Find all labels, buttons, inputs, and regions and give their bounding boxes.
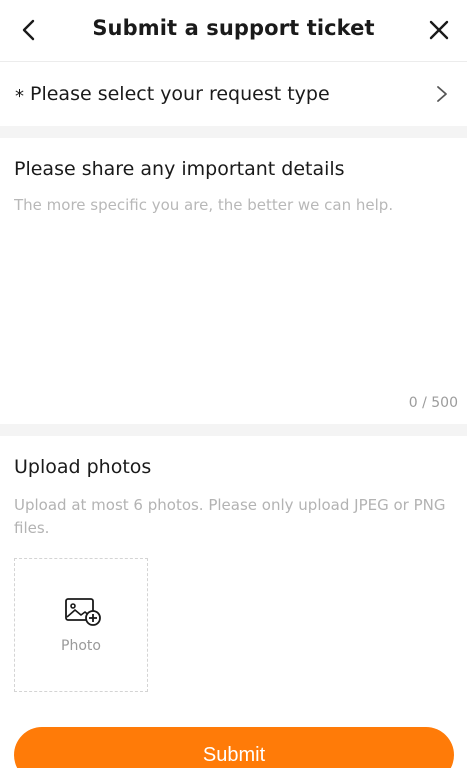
character-counter: 0 / 500 [408,395,458,411]
add-photo-button[interactable]: Photo [14,558,148,692]
section-divider [0,126,467,138]
upload-hint: Upload at most 6 photos. Please only upl… [14,496,446,537]
section-divider [0,424,467,436]
submit-button[interactable]: Submit [14,727,454,768]
details-section: Please share any important details 0 / 5… [0,138,467,424]
details-title: Please share any important details [14,158,345,180]
details-input[interactable] [14,196,454,376]
request-type-selector[interactable]: * Please select your request type [0,62,467,126]
add-image-icon [65,598,101,626]
support-ticket-page: Submit a support ticket * Please select … [0,0,467,768]
upload-title: Upload photos [14,456,152,478]
close-icon [429,20,449,40]
request-type-label: Please select your request type [30,83,330,105]
header: Submit a support ticket [0,0,467,62]
photo-label: Photo [61,638,101,654]
chevron-right-icon [437,86,447,102]
page-title: Submit a support ticket [92,16,375,40]
required-mark: * [15,86,24,107]
upload-section: Upload photos Upload at most 6 photos. P… [0,438,467,768]
close-button[interactable] [423,14,455,46]
